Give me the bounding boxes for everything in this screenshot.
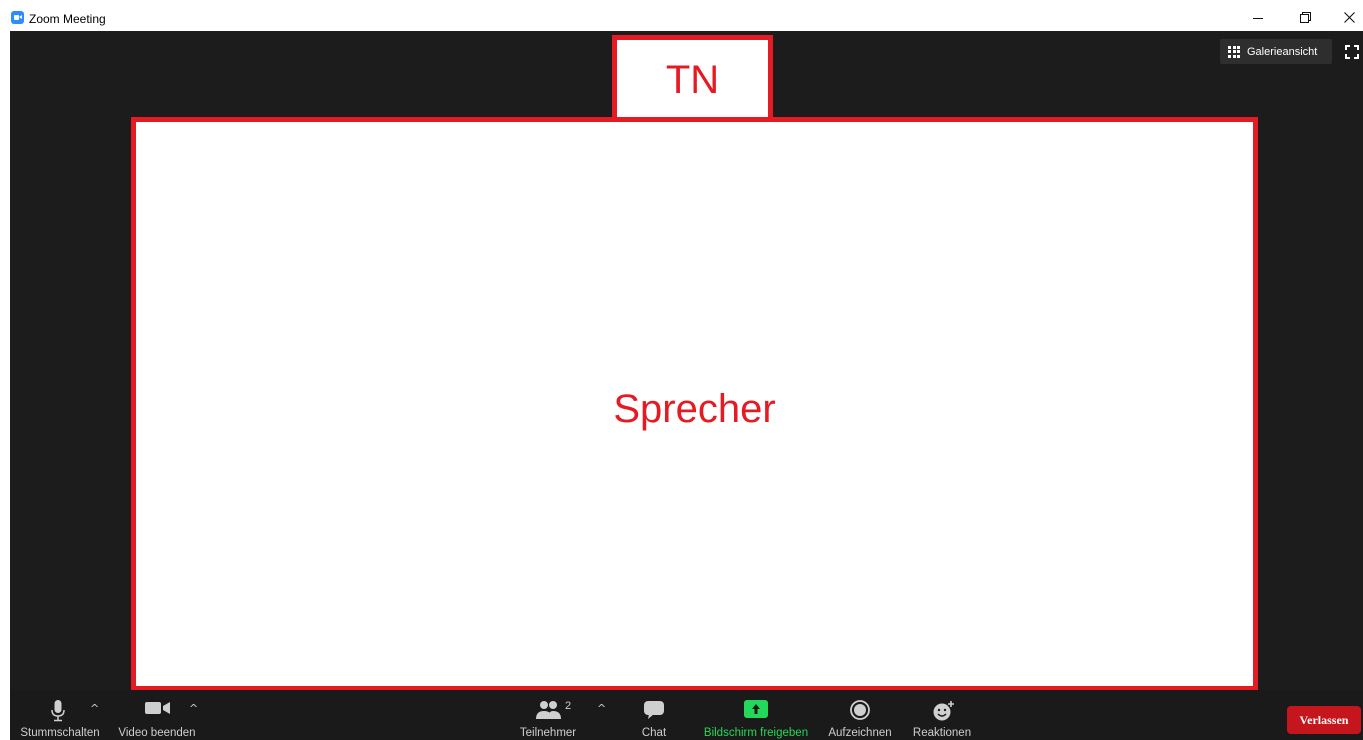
chevron-up-icon[interactable]: ^: [597, 702, 606, 715]
title-bar: Zoom Meeting: [0, 0, 1363, 31]
meeting-toolbar: Stummschalten ^ Video beenden ^ 2 Teilne…: [10, 690, 1363, 740]
chat-button[interactable]: Chat: [630, 690, 678, 740]
share-screen-button[interactable]: Bildschirm freigeben: [698, 690, 814, 740]
minimize-icon[interactable]: [1243, 6, 1273, 28]
gallery-view-button[interactable]: Galerieansicht: [1220, 39, 1332, 64]
record-label: Aufzeichnen: [828, 727, 892, 739]
stop-video-button[interactable]: Video beenden: [114, 690, 200, 740]
window-title: Zoom Meeting: [29, 12, 106, 26]
chevron-up-icon[interactable]: ^: [90, 702, 99, 715]
mute-button[interactable]: Stummschalten: [10, 690, 110, 740]
participants-label: Teilnehmer: [519, 727, 577, 739]
active-speaker-video: Sprecher: [131, 117, 1258, 691]
chat-label: Chat: [641, 727, 667, 739]
record-button[interactable]: Aufzeichnen: [824, 690, 896, 740]
speaker-label: Sprecher: [613, 387, 776, 431]
grid-icon: [1228, 45, 1240, 58]
close-icon[interactable]: [1334, 6, 1363, 28]
reactions-label: Reaktionen: [912, 727, 972, 739]
restore-icon[interactable]: [1290, 6, 1320, 28]
participant-thumbnail[interactable]: TN: [612, 35, 773, 119]
participant-label: TN: [665, 58, 720, 102]
participants-icon: [536, 700, 562, 725]
share-screen-label: Bildschirm freigeben: [703, 727, 809, 739]
gallery-view-label: Galerieansicht: [1247, 45, 1318, 58]
video-camera-icon: [145, 700, 171, 721]
mute-label: Stummschalten: [20, 727, 100, 739]
zoom-logo-icon: [11, 11, 24, 24]
video-label: Video beenden: [118, 727, 196, 739]
microphone-icon: [51, 700, 65, 727]
record-icon: [850, 700, 870, 725]
leave-meeting-button[interactable]: Verlassen: [1287, 706, 1361, 734]
reactions-icon: [933, 700, 955, 727]
fullscreen-icon[interactable]: [1345, 45, 1359, 59]
participants-button[interactable]: 2 Teilnehmer: [510, 690, 586, 740]
share-screen-icon: [744, 700, 768, 723]
chevron-up-icon[interactable]: ^: [189, 702, 198, 715]
participants-count: 2: [565, 700, 572, 712]
chat-icon: [644, 700, 664, 725]
reactions-button[interactable]: Reaktionen: [908, 690, 976, 740]
